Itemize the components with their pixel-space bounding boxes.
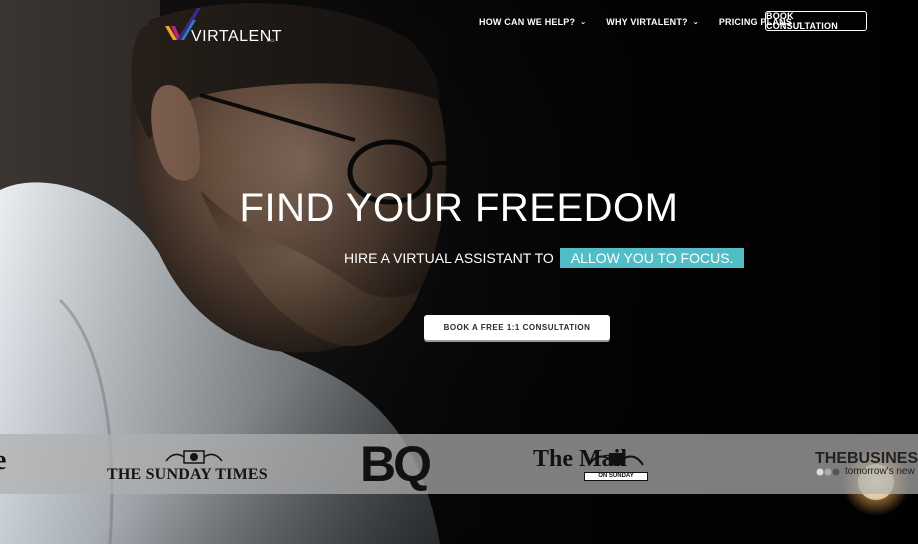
mail-crest-icon [588,453,644,466]
press-logo-sunday-times: THE SUNDAY TIMES [107,466,268,483]
chevron-down-icon: ⌄ [580,19,587,26]
nav-item-label: WHY VIRTALENT? [606,17,688,27]
hero-subline: HIRE A VIRTUAL ASSISTANT TO ALLOW YOU TO… [344,248,745,268]
hero-headline: FIND YOUR FREEDOM [239,186,679,230]
press-logo-business-sub: tomorrow's new [845,466,915,477]
nav-item-how-can-we-help[interactable]: HOW CAN WE HELP? ⌄ [479,15,586,29]
business-dots-icon [816,468,840,476]
nav-item-why-virtalent[interactable]: WHY VIRTALENT? ⌄ [606,15,699,29]
press-logo-mail-sub: ON SUNDAY [584,472,648,481]
press-logo-bq: BQ [360,436,432,492]
sunday-times-crest-icon [165,450,223,464]
brand-name: VIRTALENT [191,28,283,45]
chevron-down-icon: ⌄ [692,19,699,26]
hero-subline-prefix: HIRE A VIRTUAL ASSISTANT TO [344,250,554,266]
brand-tm: LTD. [267,38,276,43]
press-logo-strip [0,434,918,494]
press-logo-fragment: e [0,445,7,476]
brand-logo[interactable]: VIRTALENT LTD. [163,6,282,46]
book-consultation-button[interactable]: BOOK CONSULTATION [765,11,867,31]
nav-item-label: HOW CAN WE HELP? [479,17,576,27]
hero-subline-highlight: ALLOW YOU TO FOCUS. [559,248,745,268]
book-free-consultation-button[interactable]: BOOK A FREE 1:1 CONSULTATION [424,315,610,340]
